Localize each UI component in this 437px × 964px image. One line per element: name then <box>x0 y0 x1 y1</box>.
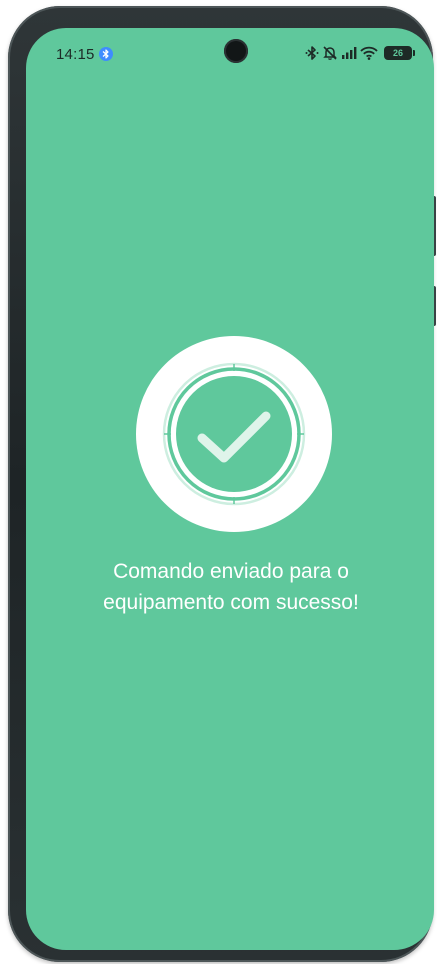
bluetooth-icon <box>305 45 319 61</box>
status-bar: 14:15 26 <box>26 28 434 78</box>
bluetooth-indicator-icon <box>99 47 113 61</box>
front-camera <box>224 39 248 63</box>
signal-icon <box>341 46 357 60</box>
checkmark-icon <box>162 362 306 506</box>
battery-icon: 26 <box>384 46 415 60</box>
app-screen: 14:15 26 Comando enviado para o equipame… <box>26 28 434 950</box>
success-badge <box>136 336 332 532</box>
status-icons: 26 <box>305 44 415 62</box>
battery-level: 26 <box>392 48 403 58</box>
status-time: 14:15 <box>56 46 95 63</box>
wifi-icon <box>360 46 378 60</box>
success-message: Comando enviado para o equipamento com s… <box>103 560 359 614</box>
phone-frame: 14:15 26 Comando enviado para o equipame… <box>8 6 436 962</box>
mute-icon <box>322 45 338 61</box>
